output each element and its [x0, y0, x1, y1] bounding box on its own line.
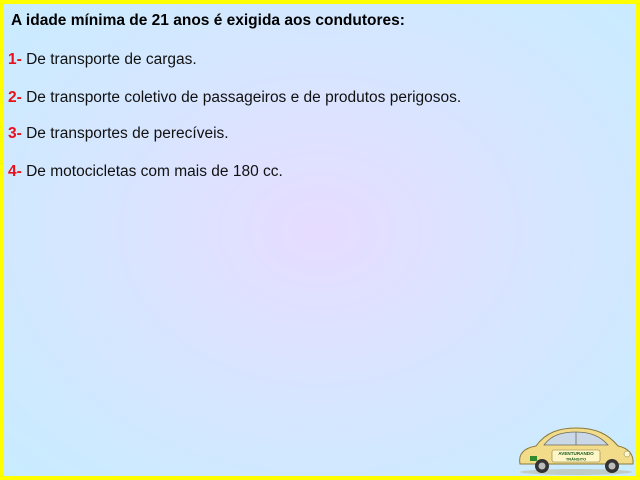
option-1: 1- De transporte de cargas. — [8, 51, 197, 69]
question-title: A idade mínima de 21 anos é exigida aos … — [11, 12, 405, 29]
option-text: De transporte coletivo de passageiros e … — [26, 89, 462, 106]
option-text: De motocicletas com mais de 180 cc. — [26, 163, 283, 180]
option-4: 4- De motocicletas com mais de 180 cc. — [8, 163, 283, 181]
option-text: De transporte de cargas. — [26, 51, 197, 68]
slide-panel: A idade mínima de 21 anos é exigida aos … — [4, 4, 636, 476]
car-logo-icon: AVENTURANDO TRÂNSITO — [519, 427, 634, 475]
option-number: 1- — [8, 51, 22, 68]
option-number: 4- — [8, 163, 22, 180]
option-number: 3- — [8, 125, 22, 142]
option-3: 3- De transportes de perecíveis. — [8, 125, 229, 143]
option-number: 2- — [8, 89, 22, 106]
option-2: 2- De transporte coletivo de passageiros… — [8, 89, 461, 107]
option-text: De transportes de perecíveis. — [26, 125, 229, 142]
car-logo-line1: AVENTURANDO — [558, 451, 594, 456]
car-logo-line2: TRÂNSITO — [566, 457, 586, 462]
